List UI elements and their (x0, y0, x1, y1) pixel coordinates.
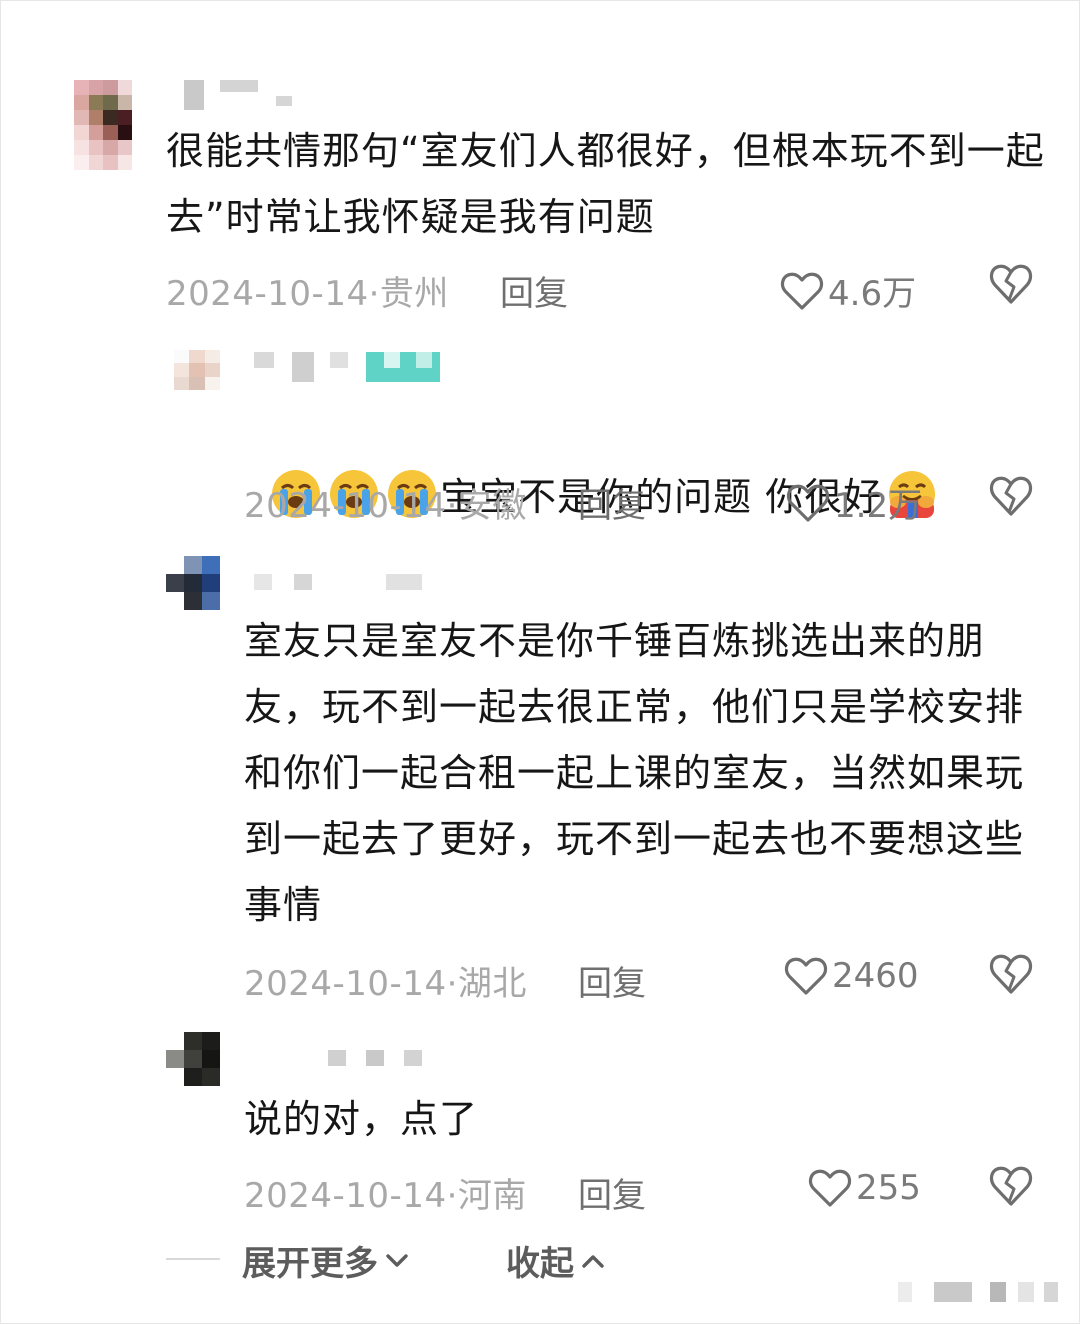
username-blurred[interactable] (254, 352, 444, 382)
dislike-button[interactable] (988, 474, 1034, 527)
broken-heart-icon (989, 1166, 1033, 1206)
comment-meta: 2024-10-14·贵州 回复 4.6万 (166, 264, 1046, 314)
dislike-button[interactable] (988, 1164, 1034, 1217)
comment-text: 很能共情那句“室友们人都很好，但根本玩不到一起去”时常让我怀疑是我有问题 (166, 129, 1045, 239)
chevron-up-icon (582, 1254, 604, 1268)
replies-footer: 展开更多 收起 (0, 1236, 1080, 1286)
comment-meta: 2024-10-14·湖北 回复 2460 (244, 954, 1044, 1004)
expand-more-label: 展开更多 (242, 1244, 378, 1284)
broken-heart-icon (989, 954, 1033, 994)
heart-outline-icon (784, 957, 828, 995)
reply-button[interactable]: 回复 (578, 478, 646, 527)
comment-date-location: 2024-10-14·河南 (244, 1176, 527, 1216)
avatar[interactable] (174, 350, 220, 390)
broken-heart-icon (989, 476, 1033, 516)
comment-date-location: 2024-10-14·贵州 (166, 274, 449, 314)
expand-more-button[interactable]: 展开更多 (242, 1236, 410, 1285)
username-blurred[interactable] (254, 574, 434, 604)
avatar[interactable] (166, 556, 220, 610)
comment-date-location: 2024-10-14·安徽 (244, 486, 527, 526)
like-count: 1.2万 (834, 486, 923, 526)
collapse-button[interactable]: 收起 (506, 1236, 606, 1285)
collapse-label: 收起 (506, 1244, 574, 1284)
heart-outline-icon (808, 1169, 852, 1207)
divider (166, 1258, 220, 1260)
watermark-blurred (898, 1282, 1068, 1304)
comment-text: 说的对，点了 (244, 1097, 479, 1141)
comment-meta: 2024-10-14·河南 回复 255 (244, 1166, 1044, 1216)
comment-text: 室友只是室友不是你千锤百炼挑选出来的朋友，玩不到一起去很正常，他们只是学校安排和… (244, 619, 1025, 927)
reply-button[interactable]: 回复 (578, 1168, 646, 1217)
avatar[interactable] (166, 1032, 220, 1086)
heart-outline-icon (780, 272, 824, 310)
dislike-button[interactable] (988, 952, 1034, 1005)
avatar[interactable] (74, 80, 132, 170)
like-count: 2460 (832, 956, 919, 996)
broken-heart-icon (989, 264, 1033, 304)
dislike-button[interactable] (988, 262, 1034, 315)
heart-outline-icon (786, 484, 830, 522)
like-count: 4.6万 (828, 274, 917, 314)
chevron-down-icon (386, 1253, 408, 1267)
like-count: 255 (856, 1168, 921, 1208)
username-blurred[interactable] (328, 1050, 438, 1080)
reply-button[interactable]: 回复 (500, 266, 568, 315)
like-button[interactable]: 1.2万 (786, 478, 922, 527)
comment-meta: 2024-10-14·安徽 回复 1.2万 (244, 476, 1044, 526)
comment-date-location: 2024-10-14·湖北 (244, 964, 527, 1004)
like-button[interactable]: 2460 (784, 956, 919, 996)
like-button[interactable]: 4.6万 (780, 266, 916, 315)
username-blurred[interactable] (170, 80, 300, 110)
like-button[interactable]: 255 (808, 1168, 921, 1208)
reply-button[interactable]: 回复 (578, 956, 646, 1005)
